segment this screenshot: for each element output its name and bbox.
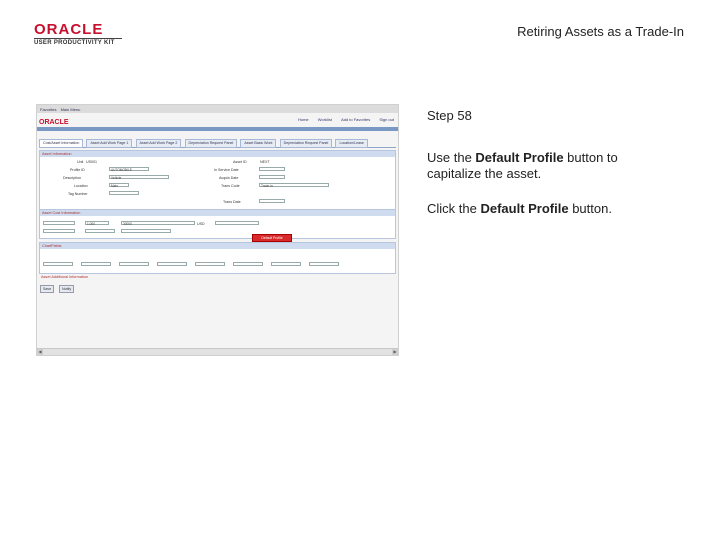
chartfield-fund[interactable] bbox=[81, 262, 111, 266]
tab-asset-add-work-page-2[interactable]: Asset Add Work Page 2 bbox=[135, 139, 182, 148]
quantity-field[interactable]: 1.000 bbox=[85, 221, 109, 226]
section-additional-info[interactable]: Asset Additional Information bbox=[41, 275, 88, 279]
application-screenshot: Favorites Main Menu ORACLE Home Worklist… bbox=[36, 104, 399, 356]
label-location: Location bbox=[74, 184, 88, 188]
chartfield-product[interactable] bbox=[271, 262, 301, 266]
chartfield-project[interactable] bbox=[309, 262, 339, 266]
cost-field[interactable]: 30000 bbox=[121, 221, 195, 226]
default-profile-button[interactable]: Default Profile bbox=[252, 234, 292, 242]
section-asset-information: Asset Information bbox=[40, 151, 395, 157]
tag-number-field[interactable] bbox=[109, 191, 139, 195]
asset-information-panel: Asset Information bbox=[39, 150, 396, 210]
instruction-panel: Step 58 Use the Default Profile button t… bbox=[427, 108, 667, 236]
chartfield-bud-ref[interactable] bbox=[233, 262, 263, 266]
value-unit: US001 bbox=[86, 160, 97, 164]
logo-subtitle: USER PRODUCTIVITY KIT bbox=[34, 40, 115, 46]
logo-oracle-text: ORACLE bbox=[34, 21, 104, 38]
label-tag: Tag Number bbox=[68, 192, 88, 196]
in-service-date-field[interactable] bbox=[259, 167, 285, 171]
tab-location-lease[interactable]: Location/Lease bbox=[335, 139, 368, 148]
header-links: Home Worklist Add to Favorites Sign out bbox=[290, 117, 394, 122]
page-tabs: Cost/Asset Information Asset Add Work Pa… bbox=[39, 139, 396, 148]
scroll-right-icon[interactable]: ▶ bbox=[392, 349, 398, 355]
action-text: Click the Default Profile button. bbox=[427, 201, 612, 216]
chartfields-panel: ChartFields bbox=[39, 242, 396, 274]
label-in-service: In Service Date bbox=[214, 168, 239, 172]
acquis-code-field[interactable] bbox=[121, 229, 171, 233]
link-worklist[interactable]: Worklist bbox=[318, 117, 332, 122]
location-field[interactable]: Main bbox=[109, 183, 129, 188]
scroll-left-icon[interactable]: ◀ bbox=[37, 349, 43, 355]
cost-type-field[interactable] bbox=[85, 229, 115, 233]
save-button[interactable]: Save bbox=[40, 285, 55, 293]
label-profile: Profile ID bbox=[70, 168, 85, 172]
action-bold-default-profile: Default Profile bbox=[480, 201, 569, 216]
label-acquis-date: Acquis Date bbox=[219, 176, 239, 180]
profile-id-field[interactable]: AUTOMOBILE bbox=[109, 167, 149, 172]
nav-main-menu[interactable]: Main Menu bbox=[61, 107, 81, 112]
chartfield-program[interactable] bbox=[157, 262, 187, 266]
page-title: Retiring Assets as a Trade-In bbox=[517, 24, 684, 39]
horizontal-scrollbar[interactable]: ◀ ▶ bbox=[37, 348, 398, 355]
notify-button[interactable]: Notify bbox=[59, 285, 75, 293]
oracle-upk-logo: ORACLE USER PRODUCTIVITY KIT bbox=[34, 22, 124, 46]
app-brand-logo: ORACLE bbox=[39, 119, 69, 126]
chartfield-oper-unit[interactable] bbox=[43, 262, 73, 266]
book-name-field[interactable] bbox=[43, 221, 75, 225]
tab-cost-asset-information[interactable]: Cost/Asset Information bbox=[39, 139, 84, 148]
acquis-date-field[interactable] bbox=[259, 175, 285, 179]
instruction-bold-default-profile: Default Profile bbox=[475, 150, 564, 165]
currency-code: USD bbox=[197, 222, 205, 226]
top-nav-bar: Favorites Main Menu bbox=[37, 105, 398, 113]
label-description: Description bbox=[63, 176, 81, 180]
label-unit: Unit bbox=[77, 160, 84, 164]
salvage-field[interactable] bbox=[215, 221, 259, 225]
value-asset-id: NEXT bbox=[260, 160, 270, 164]
tab-depreciation-request[interactable]: Depreciation Request Panel bbox=[184, 139, 238, 148]
label-asset-id: Asset ID bbox=[233, 160, 247, 164]
label-trans-date: Trans Date bbox=[223, 200, 241, 204]
link-sign-out[interactable]: Sign out bbox=[379, 117, 394, 122]
link-home[interactable]: Home bbox=[298, 117, 309, 122]
instruction-text: Use the Default Profile button to capita… bbox=[427, 150, 618, 181]
step-number: Step 58 bbox=[427, 108, 472, 123]
description-field[interactable]: Vehicle bbox=[109, 175, 169, 180]
tab-asset-add-work-page-1[interactable]: Asset Add Work Page 1 bbox=[86, 139, 133, 148]
nav-favorites[interactable]: Favorites bbox=[40, 107, 56, 112]
section-chartfields: ChartFields bbox=[40, 243, 395, 249]
section-asset-cost: Asset Cost Information bbox=[40, 210, 395, 216]
tab-depreciation-request-2[interactable]: Depreciation Request Panel bbox=[279, 139, 333, 148]
tab-asset-basic-work[interactable]: Asset Basic Work bbox=[240, 139, 277, 148]
header-accent-bar bbox=[37, 127, 398, 131]
chartfield-dept[interactable] bbox=[119, 262, 149, 266]
category-field[interactable] bbox=[43, 229, 75, 233]
label-trans-code: Trans Code bbox=[221, 184, 240, 188]
link-add-favorites[interactable]: Add to Favorites bbox=[341, 117, 370, 122]
trans-code-select[interactable]: Trade-In bbox=[259, 183, 329, 188]
chartfield-class[interactable] bbox=[195, 262, 225, 266]
logo-divider bbox=[34, 38, 122, 39]
trans-date-field[interactable] bbox=[259, 199, 285, 203]
